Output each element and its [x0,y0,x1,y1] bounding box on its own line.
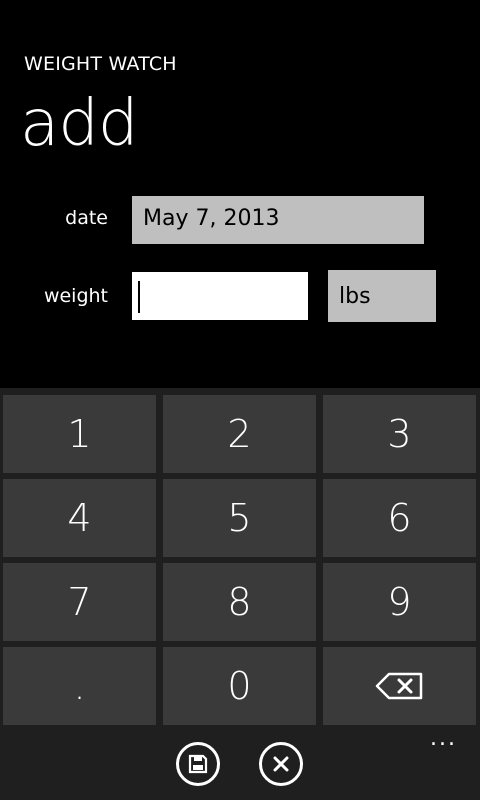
unit-selector[interactable]: lbs [328,270,436,322]
cancel-button[interactable] [259,742,303,786]
page-title: add [20,87,138,161]
key-1[interactable]: 1 [3,395,156,473]
key-3[interactable]: 3 [323,395,476,473]
key-4[interactable]: 4 [3,479,156,557]
app-bar: ... [0,728,480,800]
key-9[interactable]: 9 [323,563,476,641]
app-title: WEIGHT WATCH [24,53,177,75]
weight-label: weight [43,285,108,307]
weight-input[interactable] [132,272,308,320]
text-caret [138,281,140,313]
date-field[interactable]: May 7, 2013 [132,196,424,244]
date-label: date [65,207,108,229]
numeric-keypad: 1 2 3 4 5 6 7 8 9 . 0 [0,388,480,728]
key-decimal[interactable]: . [3,647,156,725]
backspace-icon [375,672,422,700]
key-5[interactable]: 5 [163,479,316,557]
save-icon [188,754,208,774]
save-button[interactable] [176,742,220,786]
key-7[interactable]: 7 [3,563,156,641]
key-backspace[interactable] [323,647,476,725]
cancel-icon [273,756,289,772]
key-0[interactable]: 0 [163,647,316,725]
key-2[interactable]: 2 [163,395,316,473]
key-8[interactable]: 8 [163,563,316,641]
key-6[interactable]: 6 [323,479,476,557]
more-options[interactable]: ... [430,728,457,750]
